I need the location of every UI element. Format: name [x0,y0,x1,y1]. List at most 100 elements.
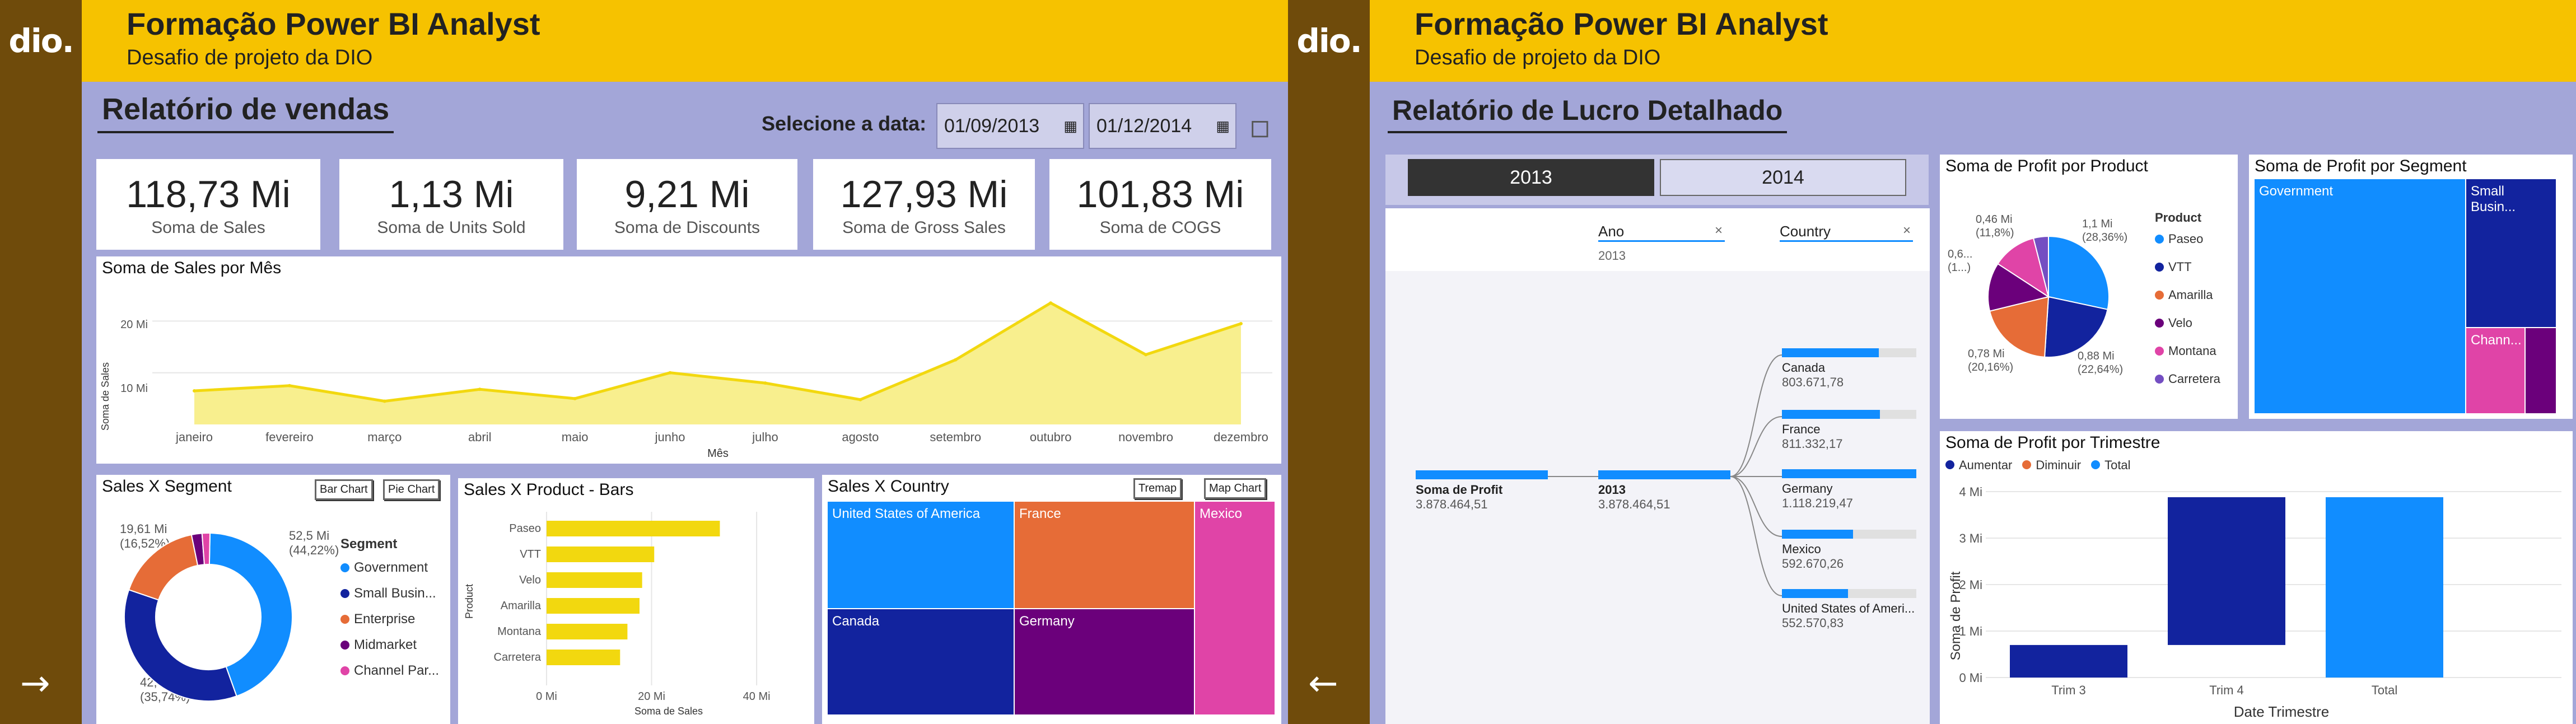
node-bar [1598,470,1730,479]
sales-by-month-chart[interactable]: Soma de Sales por Mês Soma de Sales 20 M… [96,256,1281,464]
treemap-cell-mexico[interactable]: Mexico [1195,502,1275,714]
legend-item[interactable]: VTT [2155,260,2220,274]
y-tick-label: 1 Mi [1959,624,1982,638]
sales-segment-card[interactable]: Sales X Segment Bar Chart Pie Chart 19,6… [96,475,450,724]
decomp-connectors [1548,354,1782,596]
data-point [287,384,291,387]
header-title: Formação Power BI Analyst [1415,6,1828,41]
legend-item[interactable]: Amarilla [2155,288,2220,302]
treemap-cell-usa[interactable]: United States of America [828,502,1014,608]
x-tick-label: julho [752,430,778,444]
node-label: Mexico [1782,542,1821,556]
legend-label: Carretera [2168,372,2220,386]
y-tick-label: Carretera [494,651,542,664]
date-end-input[interactable]: 01/12/2014 ▦ [1089,103,1236,149]
x-tick-label: fevereiro [265,430,314,444]
eraser-icon[interactable]: ◇ [1238,107,1279,148]
profit-product-card[interactable]: Soma de Profit por Product 0,46 Mi (11,8… [1940,155,2238,419]
treemap-cell-germany[interactable]: Germany [1015,609,1194,714]
legend-item[interactable]: Government [340,560,439,576]
x-tick-label: novembro [1118,430,1173,444]
year-button-2014[interactable]: 2014 [1660,159,1906,196]
calendar-icon[interactable]: ▦ [1216,118,1230,135]
sales-report-panel: dio. Formação Power BI Analyst Desafio d… [0,0,1288,724]
decomp-country-node[interactable]: Mexico 592.670,26 [1782,530,1916,571]
sales-country-card[interactable]: Sales X Country Tremap Map Chart United … [822,475,1281,724]
decomp-year-node[interactable]: 2013 3.878.464,51 [1598,470,1730,512]
connector-line [1730,476,1782,596]
legend-label: Velo [2168,316,2192,330]
node-bar [1782,469,1916,478]
arrow-left-icon[interactable]: ← [1308,663,1338,704]
date-end-value: 01/12/2014 [1096,115,1192,137]
legend-item[interactable]: Carretera [2155,372,2220,386]
legend-label: Amarilla [2168,288,2213,302]
decomp-country-node[interactable]: Germany 1.118.219,47 [1782,469,1916,511]
profit-quarter-card[interactable]: Soma de Profit por Trimestre Aumentar Di… [1940,431,2573,724]
profit-segment-card[interactable]: Soma de Profit por Segment Government Sm… [2249,155,2573,419]
arrow-right-icon[interactable]: → [20,663,50,704]
node-value: 3.878.464,51 [1416,497,1488,511]
treemap-cell-france[interactable]: France [1015,502,1194,608]
date-start-input[interactable]: 01/09/2013 ▦ [936,103,1084,149]
left-sidebar [0,0,82,724]
page-title: Relatório de Lucro Detalhado [1388,94,1788,133]
x-tick-label: Trim 4 [2209,683,2244,697]
data-point [478,387,482,391]
node-bar-track [1782,469,1916,478]
legend-label: Montana [2168,344,2216,358]
decomp-country-node[interactable]: France 811.332,17 [1782,410,1916,451]
treemap-cell-other[interactable] [2526,328,2556,413]
header-subtitle: Desafio de projeto da DIO [1415,46,1661,69]
segment-legend: Segment Government Small Busin... Enterp… [340,536,439,689]
year-slicer: 2013 2014 [1385,155,1929,205]
legend-dot [2155,375,2164,384]
map-chart-button[interactable]: Map Chart [1204,478,1267,499]
node-label: 2013 [1598,483,1626,497]
legend-item[interactable]: Montana [2155,344,2220,358]
legend-dot [2155,319,2164,328]
calendar-icon[interactable]: ▦ [1063,118,1077,135]
decomp-country-node[interactable]: Canada 803.671,78 [1782,348,1916,390]
x-tick-label: setembro [930,430,981,444]
legend-item[interactable]: Channel Par... [340,663,439,679]
sales-product-card[interactable]: Sales X Product - Bars Product Soma de S… [458,478,814,724]
kpi-label: Soma de Gross Sales [842,218,1006,237]
data-point [1239,322,1243,325]
year-button-2013[interactable]: 2013 [1408,159,1654,196]
legend-item[interactable]: Midmarket [340,637,439,653]
y-tick-label: 3 Mi [1959,531,1982,545]
legend-item[interactable]: Small Busin... [340,586,439,601]
decomp-root-node[interactable]: Soma de Profit 3.878.464,51 [1416,470,1548,512]
data-point [193,389,196,393]
pie-label: (20,16%) [1968,361,2013,373]
legend-item[interactable]: Enterprise [340,611,439,627]
x-axis-label: Mês [707,447,729,460]
treemap-cell-small-business[interactable]: Small Busin... [2466,179,2556,327]
treemap-button[interactable]: Tremap [1133,478,1182,499]
y-tick: 10 Mi [120,382,148,395]
legend-item[interactable]: Velo [2155,316,2220,330]
legend-label: Government [354,560,428,575]
x-tick-label: outubro [1030,430,1072,444]
legend-dot [340,641,349,650]
decomposition-tree[interactable]: Ano × 2013 Country × Soma de Profit 3.87… [1385,208,1930,724]
legend-title: Segment [340,536,398,552]
treemap-cell-government[interactable]: Government [2255,179,2465,413]
kpi-value: 118,73 Mi [126,173,291,216]
pie-label: (28,36%) [2082,231,2127,244]
waterfall-svg: Soma de Profit Date Trimestre 4 Mi3 Mi2 … [1948,485,2561,720]
kpi-label: Soma de COGS [1099,218,1221,237]
treemap-cell-channel[interactable]: Chann... [2466,328,2524,413]
pie-label: 1,1 Mi [2082,218,2112,230]
legend-label: VTT [2168,260,2192,274]
legend-item[interactable]: Paseo [2155,232,2220,246]
y-axis-label: Soma de Sales [100,362,111,431]
pie-label: 0,6... [1948,248,1972,260]
connector-line [1730,416,1782,477]
data-point [1049,301,1053,305]
treemap-cell-canada[interactable]: Canada [828,609,1014,714]
x-tick-label: 20 Mi [638,690,665,703]
decomp-country-node[interactable]: United States of Ameri... 552.570,83 [1782,589,1916,630]
legend-label: Small Busin... [354,586,436,601]
